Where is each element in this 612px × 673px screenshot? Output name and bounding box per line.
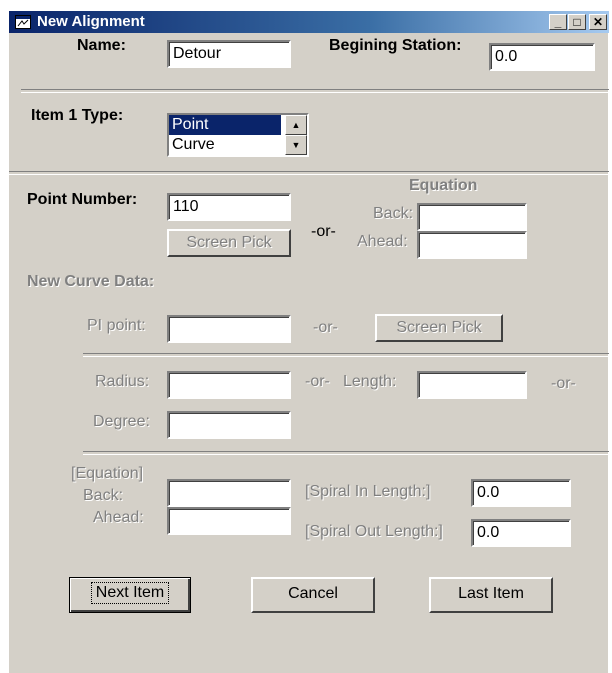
point-screen-pick-button[interactable]: Screen Pick [167,229,291,257]
cancel-button[interactable]: Cancel [251,577,375,613]
curve-screen-pick-button[interactable]: Screen Pick [375,314,503,342]
app-icon [15,15,31,29]
length-input[interactable] [417,371,527,399]
maximize-button[interactable]: □ [568,14,586,30]
back-input[interactable] [417,203,527,231]
curve-section-label: New Curve Data: [27,273,155,290]
item-type-label: Item 1 Type: [31,107,124,124]
pi-point-input[interactable] [167,315,291,343]
degree-label: Degree: [93,413,150,430]
ahead-label: Ahead: [357,233,408,250]
close-button[interactable]: ✕ [589,14,607,30]
curve-ahead-input[interactable] [167,507,291,535]
spiral-out-label: [Spiral Out Length:] [305,523,443,540]
station-label: Begining Station: [329,37,462,54]
equation-header: Equation [409,177,478,194]
station-input[interactable]: 0.0 [489,43,595,71]
ahead-input[interactable] [417,231,527,259]
divider [83,451,609,455]
item-type-listbox[interactable]: Point Curve ▲ ▼ [167,113,309,157]
window-title: New Alignment [37,13,145,30]
dialog-window: New Alignment _ □ ✕ Name: Detour Beginin… [8,10,609,673]
equation-bracket-label: [Equation] [71,465,144,482]
spiral-in-input[interactable]: 0.0 [471,479,571,507]
minimize-button[interactable]: _ [549,14,567,30]
or-label: -or- [305,373,330,390]
spiral-in-label: [Spiral In Length:] [305,483,431,500]
curve-back-input[interactable] [167,479,291,507]
length-label: Length: [343,373,397,390]
or-label: -or- [311,223,336,240]
point-number-input[interactable]: 110 [167,193,291,221]
next-item-button[interactable]: Next Item [69,577,191,613]
divider [83,353,609,357]
radius-label: Radius: [95,373,150,390]
pi-point-label: PI point: [87,317,146,334]
list-option-point[interactable]: Point [169,115,281,135]
scroll-up-icon[interactable]: ▲ [285,115,307,135]
divider [21,89,609,93]
last-item-button[interactable]: Last Item [429,577,553,613]
list-option-curve[interactable]: Curve [169,135,281,155]
point-number-label: Point Number: [27,191,138,208]
next-item-label: Next Item [90,582,170,604]
divider [9,171,609,175]
curve-ahead-label: Ahead: [93,509,144,526]
scroll-down-icon[interactable]: ▼ [285,135,307,155]
or-label: -or- [313,319,338,336]
spiral-out-input[interactable]: 0.0 [471,519,571,547]
title-bar[interactable]: New Alignment _ □ ✕ [9,11,609,33]
name-label: Name: [77,37,126,54]
back-label: Back: [373,205,414,222]
or-label: -or- [551,375,576,392]
name-input[interactable]: Detour [167,40,291,68]
degree-input[interactable] [167,411,291,439]
curve-back-label: Back: [83,487,124,504]
radius-input[interactable] [167,371,291,399]
